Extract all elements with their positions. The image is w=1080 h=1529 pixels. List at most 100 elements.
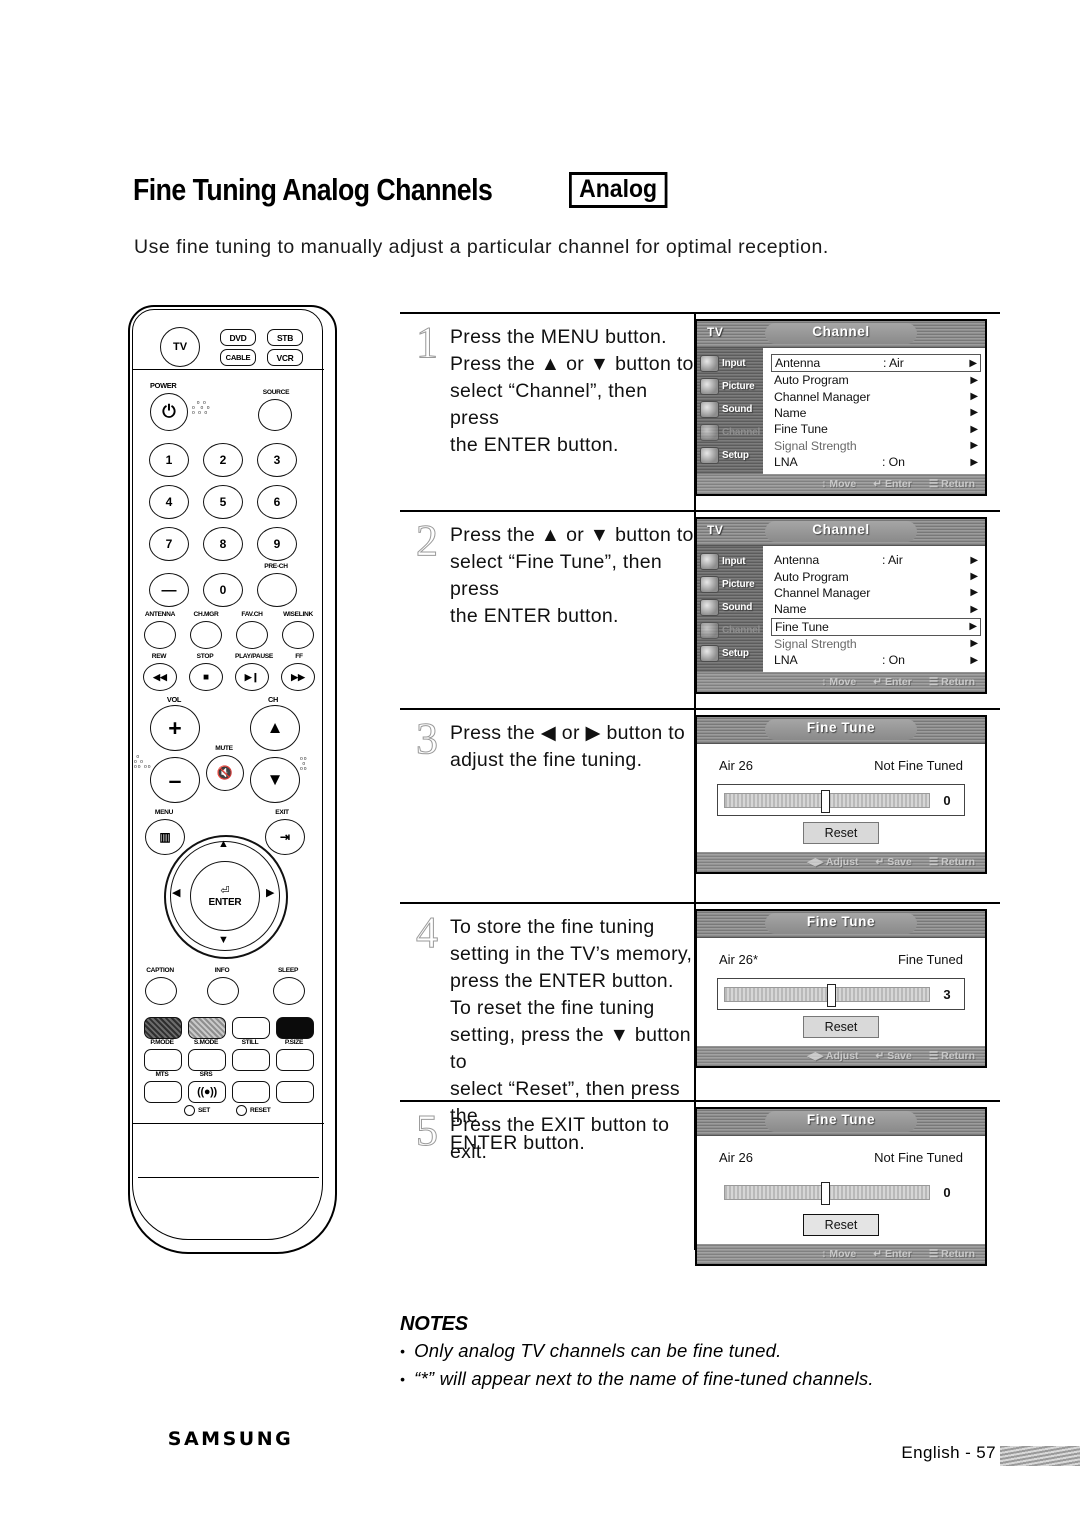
osd-row-lna[interactable]: LNA : On ▶ — [771, 652, 981, 668]
remote-button-psize[interactable] — [276, 1017, 314, 1039]
osd-row-channel-manager[interactable]: Channel Manager ▶ — [771, 388, 981, 404]
osd-row-name[interactable]: Name ▶ — [771, 601, 981, 617]
remote-button-1[interactable]: 1 — [149, 443, 189, 477]
remote-button-dash[interactable]: — — [149, 573, 189, 607]
remote-button-srs[interactable]: ((●)) — [188, 1081, 226, 1103]
channel-down-button[interactable]: ▼ — [250, 757, 300, 803]
osd-row-fine-tune[interactable]: Fine Tune ▶ — [771, 617, 981, 636]
remote-button-vcr[interactable]: VCR — [267, 349, 303, 366]
remote-button-4[interactable]: 4 — [149, 485, 189, 519]
osd-row-auto-program[interactable]: Auto Program ▶ — [771, 568, 981, 584]
channel-up-button[interactable]: ▲ — [250, 705, 300, 751]
remote-button-0[interactable]: 0 — [203, 573, 243, 607]
reset-button[interactable]: Reset — [803, 1016, 879, 1038]
remote-button-mts[interactable] — [144, 1081, 182, 1103]
chevron-right-icon: ▶ — [970, 554, 978, 566]
remote-button-info[interactable] — [207, 977, 239, 1005]
osd-row-fine-tune[interactable]: Fine Tune ▶ — [771, 421, 981, 437]
osd-sidebar-item-input[interactable]: Input — [697, 352, 763, 375]
remote-button-favch[interactable] — [236, 621, 268, 649]
osd-sidebar-item-picture[interactable]: Picture — [697, 375, 763, 398]
remote-button-blank-6[interactable] — [276, 1081, 314, 1103]
slider-knob[interactable] — [820, 1181, 830, 1205]
nav-down-icon[interactable]: ▼ — [218, 935, 229, 946]
exit-icon[interactable]: ⇥ — [265, 819, 305, 855]
remote-button-sleep[interactable] — [273, 977, 305, 1005]
osd-row-antenna[interactable]: Antenna : Air ▶ — [771, 552, 981, 568]
remote-button-smode[interactable] — [188, 1017, 226, 1039]
reset-button[interactable]: Reset — [803, 822, 879, 844]
fast-forward-icon[interactable]: ▶▶ — [281, 663, 315, 691]
fine-tune-slider[interactable]: 0 — [717, 784, 965, 816]
osd-sidebar-item-setup[interactable]: Setup — [697, 642, 763, 665]
osd-row-signal-strength[interactable]: Signal Strength ▶ — [771, 438, 981, 454]
remote-button-wiselink[interactable] — [282, 621, 314, 649]
osd-sidebar-item-sound[interactable]: Sound — [697, 596, 763, 619]
menu-icon[interactable]: ▥ — [145, 819, 185, 855]
remote-button-8[interactable]: 8 — [203, 527, 243, 561]
remote-button-blank-2[interactable] — [188, 1049, 226, 1071]
rewind-icon[interactable]: ◀◀ — [143, 663, 177, 691]
reset-button[interactable]: Reset — [803, 1214, 879, 1236]
remote-button-blank-1[interactable] — [144, 1049, 182, 1071]
remote-button-9[interactable]: 9 — [257, 527, 297, 561]
remote-button-antenna[interactable] — [144, 621, 176, 649]
volume-down-button[interactable]: – — [150, 757, 200, 803]
remote-button-7[interactable]: 7 — [149, 527, 189, 561]
remote-set-control[interactable]: SET — [184, 1105, 210, 1116]
remote-button-blank-3[interactable] — [232, 1049, 270, 1071]
remote-button-cable[interactable]: CABLE — [220, 349, 256, 366]
mute-icon[interactable]: 🔇 — [206, 755, 244, 791]
nav-right-icon[interactable]: ▶ — [266, 888, 274, 899]
osd-row-name[interactable]: Name ▶ — [771, 405, 981, 421]
remote-button-tv[interactable]: TV — [160, 327, 200, 367]
enter-button[interactable]: ⏎ ENTER — [190, 861, 260, 931]
chevron-right-icon: ▶ — [970, 587, 978, 599]
remote-reset-control[interactable]: RESET — [236, 1105, 271, 1116]
remote-button-stb[interactable]: STB — [267, 329, 303, 346]
chevron-right-icon: ▶ — [970, 654, 978, 666]
sound-icon — [700, 401, 719, 418]
remote-button-still[interactable] — [232, 1017, 270, 1039]
remote-mts-label: MTS — [155, 1071, 169, 1078]
step-1-osd: TV Channel Input Picture Sound Channel S… — [695, 319, 987, 496]
remote-button-prech[interactable] — [257, 573, 297, 607]
remote-button-6[interactable]: 6 — [257, 485, 297, 519]
slider-knob[interactable] — [820, 789, 830, 813]
power-icon[interactable]: ⏻ — [150, 393, 188, 431]
slider-knob[interactable] — [827, 983, 836, 1007]
osd-row-channel-manager[interactable]: Channel Manager ▶ — [771, 585, 981, 601]
osd-row-lna[interactable]: LNA : On ▶ — [771, 454, 981, 470]
osd-hint-save: ↵ Save — [875, 1050, 912, 1062]
remote-button-pmode[interactable] — [144, 1017, 182, 1039]
remote-button-3[interactable]: 3 — [257, 443, 297, 477]
step-5-line-1: Press the EXIT button to exit. — [450, 1114, 670, 1163]
nav-up-icon[interactable]: ▲ — [218, 839, 229, 850]
remote-button-source[interactable] — [258, 399, 292, 431]
osd-sidebar-item-setup[interactable]: Setup — [697, 444, 763, 467]
osd-row-antenna[interactable]: Antenna : Air ▶ — [771, 354, 981, 372]
osd-footer-hints: ◀▶ Adjust ↵ Save ☰ Return — [697, 852, 985, 872]
stop-icon[interactable]: ■ — [189, 663, 223, 691]
osd-sidebar-item-input[interactable]: Input — [697, 550, 763, 573]
remote-button-blank-5[interactable] — [232, 1081, 270, 1103]
adjust-icon: ◀▶ — [807, 1050, 824, 1062]
osd-row-signal-strength[interactable]: Signal Strength ▶ — [771, 636, 981, 652]
nav-left-icon[interactable]: ◀ — [172, 888, 180, 899]
remote-button-blank-4[interactable] — [276, 1049, 314, 1071]
remote-button-caption[interactable] — [145, 977, 177, 1005]
remote-button-5[interactable]: 5 — [203, 485, 243, 519]
volume-up-button[interactable]: + — [150, 705, 200, 751]
osd-sidebar-item-channel[interactable]: Channel — [697, 619, 763, 642]
remote-button-chmgr[interactable] — [190, 621, 222, 649]
fine-tune-slider[interactable]: 0 — [717, 1176, 965, 1208]
fine-tune-slider[interactable]: 3 — [717, 978, 965, 1010]
osd-sidebar-item-sound[interactable]: Sound — [697, 398, 763, 421]
remote-button-2[interactable]: 2 — [203, 443, 243, 477]
step-3: 3 Press the ◀ or ▶ button to adjust the … — [400, 708, 1000, 902]
osd-sidebar-item-channel[interactable]: Channel — [697, 421, 763, 444]
remote-button-dvd[interactable]: DVD — [220, 329, 256, 346]
osd-row-auto-program[interactable]: Auto Program ▶ — [771, 372, 981, 388]
osd-sidebar-item-picture[interactable]: Picture — [697, 573, 763, 596]
play-pause-icon[interactable]: ▶❙ — [235, 663, 269, 691]
